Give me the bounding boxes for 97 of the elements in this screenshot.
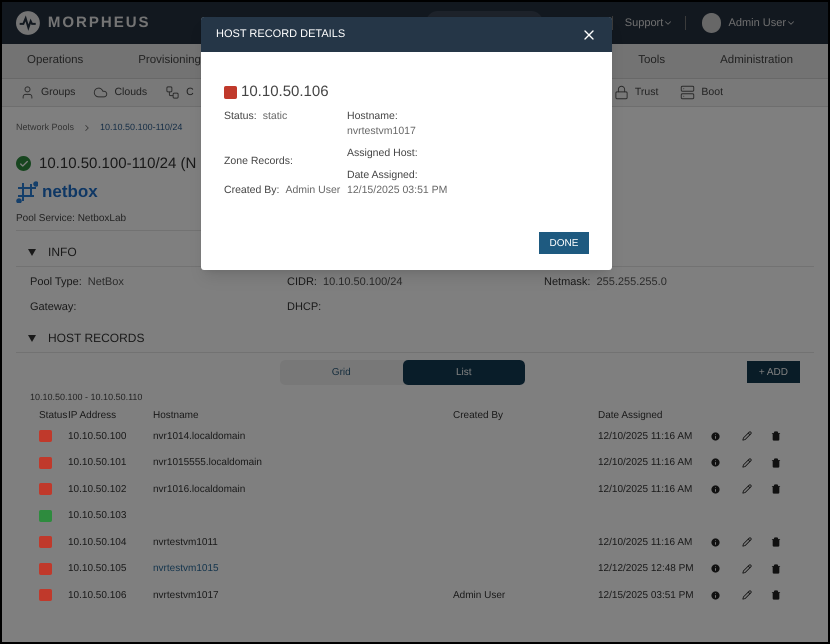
table-cell: nvr1014.localdomain xyxy=(153,430,246,442)
view-tab[interactable]: List xyxy=(402,360,525,384)
table-cell: 12/12/2025 12:48 PM xyxy=(598,563,694,574)
table-cell: nvrtestvm1017 xyxy=(153,590,219,601)
hostname-link[interactable]: nvrtestvm1015 xyxy=(153,563,219,574)
field-value: 10.10.50.100/24 xyxy=(322,274,402,290)
section-heading[interactable]: INFO xyxy=(48,243,77,261)
info-icon[interactable] xyxy=(710,430,721,442)
subnav-link[interactable]: Clouds xyxy=(114,84,148,100)
caret-icon[interactable] xyxy=(28,248,36,256)
field-value: 12/15/2025 03:51 PM xyxy=(347,182,448,198)
info-icon[interactable] xyxy=(710,590,721,601)
edit-icon[interactable] xyxy=(742,484,752,494)
field-value: nvrtestvm1017 xyxy=(347,124,417,138)
field-label: DHCP: xyxy=(287,300,322,314)
delete-icon[interactable] xyxy=(771,458,781,468)
subnav-link[interactable]: Boot xyxy=(701,84,723,100)
field-value: 255.255.255.0 xyxy=(596,274,667,290)
nav-link[interactable]: Administration xyxy=(720,52,793,70)
table-cell: nvrtestvm1011 xyxy=(153,536,218,548)
field-value: static xyxy=(262,108,288,124)
table-cell-text: 10.10.50.103 xyxy=(68,509,128,524)
field-label: Netmask: xyxy=(544,274,590,290)
support-menu[interactable]: Support xyxy=(624,14,674,32)
edit-icon[interactable] xyxy=(742,590,752,600)
pool-title: 10.10.50.100-110/24 (N xyxy=(39,154,196,174)
field-label: Pool Type: xyxy=(30,274,82,290)
table-cell: nvr1016.localdomain xyxy=(153,484,246,495)
field-label: Status: xyxy=(224,108,257,124)
avatar-icon[interactable] xyxy=(702,13,721,33)
field-label: CIDR: xyxy=(287,274,317,290)
netbox-logo-icon xyxy=(16,180,38,203)
logo-icon xyxy=(16,10,40,36)
nodes-icon xyxy=(165,85,180,100)
delete-icon[interactable] xyxy=(771,564,781,574)
breadcrumb-link[interactable]: Network Pools xyxy=(16,121,74,134)
table-cell: 12/10/2025 11:16 AM xyxy=(598,457,692,468)
table-cell-text: 10.10.50.102 xyxy=(68,482,128,497)
netbox-logo-text: netbox xyxy=(42,181,98,203)
done-button[interactable]: DONE xyxy=(539,232,589,254)
table-cell-text: 10.10.50.105 xyxy=(68,562,128,576)
field-label: Created By: xyxy=(224,182,280,198)
info-icon[interactable] xyxy=(710,536,721,548)
edit-icon[interactable] xyxy=(742,458,752,468)
info-icon[interactable] xyxy=(710,563,721,574)
check-icon xyxy=(16,156,31,172)
table-cell: 12/10/2025 11:16 AM xyxy=(598,430,692,442)
brand-name: MORPHEUS xyxy=(48,12,151,33)
table-cell-text: 10.10.50.100 xyxy=(68,430,128,444)
cloud-icon xyxy=(93,85,108,100)
column-header: Created By xyxy=(453,409,504,423)
edit-icon[interactable] xyxy=(742,537,752,548)
nav-link[interactable]: Tools xyxy=(638,52,666,70)
table-cell-text: 10.10.50.104 xyxy=(68,536,128,550)
field-label: Date Assigned: xyxy=(347,168,419,182)
table-cell-text: 10.10.50.101 xyxy=(68,456,128,470)
field-value: Admin User xyxy=(285,182,340,198)
delete-icon[interactable] xyxy=(771,484,781,494)
lock-icon xyxy=(614,85,629,100)
column-header: Status xyxy=(39,409,68,423)
field-label: Hostname: xyxy=(347,108,399,124)
field-label: Gateway: xyxy=(30,300,76,314)
field-label: Assigned Host: xyxy=(347,146,419,160)
column-header: IP Address xyxy=(68,409,118,423)
table-cell-text: 10.10.50.106 xyxy=(68,588,128,603)
table-cell: 12/10/2025 11:16 AM xyxy=(598,536,692,548)
delete-icon[interactable] xyxy=(771,431,781,442)
modal-title: HOST RECORD DETAILS xyxy=(216,27,346,42)
range-label: 10.10.50.100 - 10.10.50.110 xyxy=(30,390,144,404)
edit-icon[interactable] xyxy=(742,564,752,574)
subnav-link[interactable]: Trust xyxy=(634,84,658,100)
field-value: NetBox xyxy=(88,274,124,290)
delete-icon[interactable] xyxy=(771,537,781,548)
breadcrumb-link[interactable]: 10.10.50.100-110/24 xyxy=(100,121,182,134)
info-icon[interactable] xyxy=(710,457,721,468)
column-header: Date Assigned xyxy=(598,409,664,423)
column-header: Hostname xyxy=(153,409,200,423)
info-icon[interactable] xyxy=(710,484,721,495)
edit-icon[interactable] xyxy=(742,431,752,442)
table-cell: Admin User xyxy=(453,590,506,601)
nav-link[interactable]: Provisioning xyxy=(138,52,201,70)
section-heading[interactable]: HOST RECORDS xyxy=(48,329,144,347)
caret-icon[interactable] xyxy=(28,334,36,342)
table-cell: nvr1015555.localdomain xyxy=(153,457,262,468)
nav-link[interactable]: Operations xyxy=(27,52,84,70)
server-icon xyxy=(680,85,696,100)
record-ip: 10.10.50.106 xyxy=(241,82,329,102)
user-menu[interactable]: Admin User xyxy=(728,14,796,32)
subnav-link[interactable]: C xyxy=(186,84,194,100)
add-button[interactable]: + ADD xyxy=(746,361,800,383)
table-cell: 12/10/2025 11:16 AM xyxy=(598,484,692,495)
person-icon xyxy=(20,85,35,100)
delete-icon[interactable] xyxy=(771,590,781,600)
table-cell: 12/15/2025 03:51 PM xyxy=(598,590,694,601)
field-label: Zone Records: xyxy=(224,154,293,168)
subnav-link[interactable]: Groups xyxy=(41,84,76,100)
view-tab[interactable]: Grid xyxy=(280,360,402,384)
